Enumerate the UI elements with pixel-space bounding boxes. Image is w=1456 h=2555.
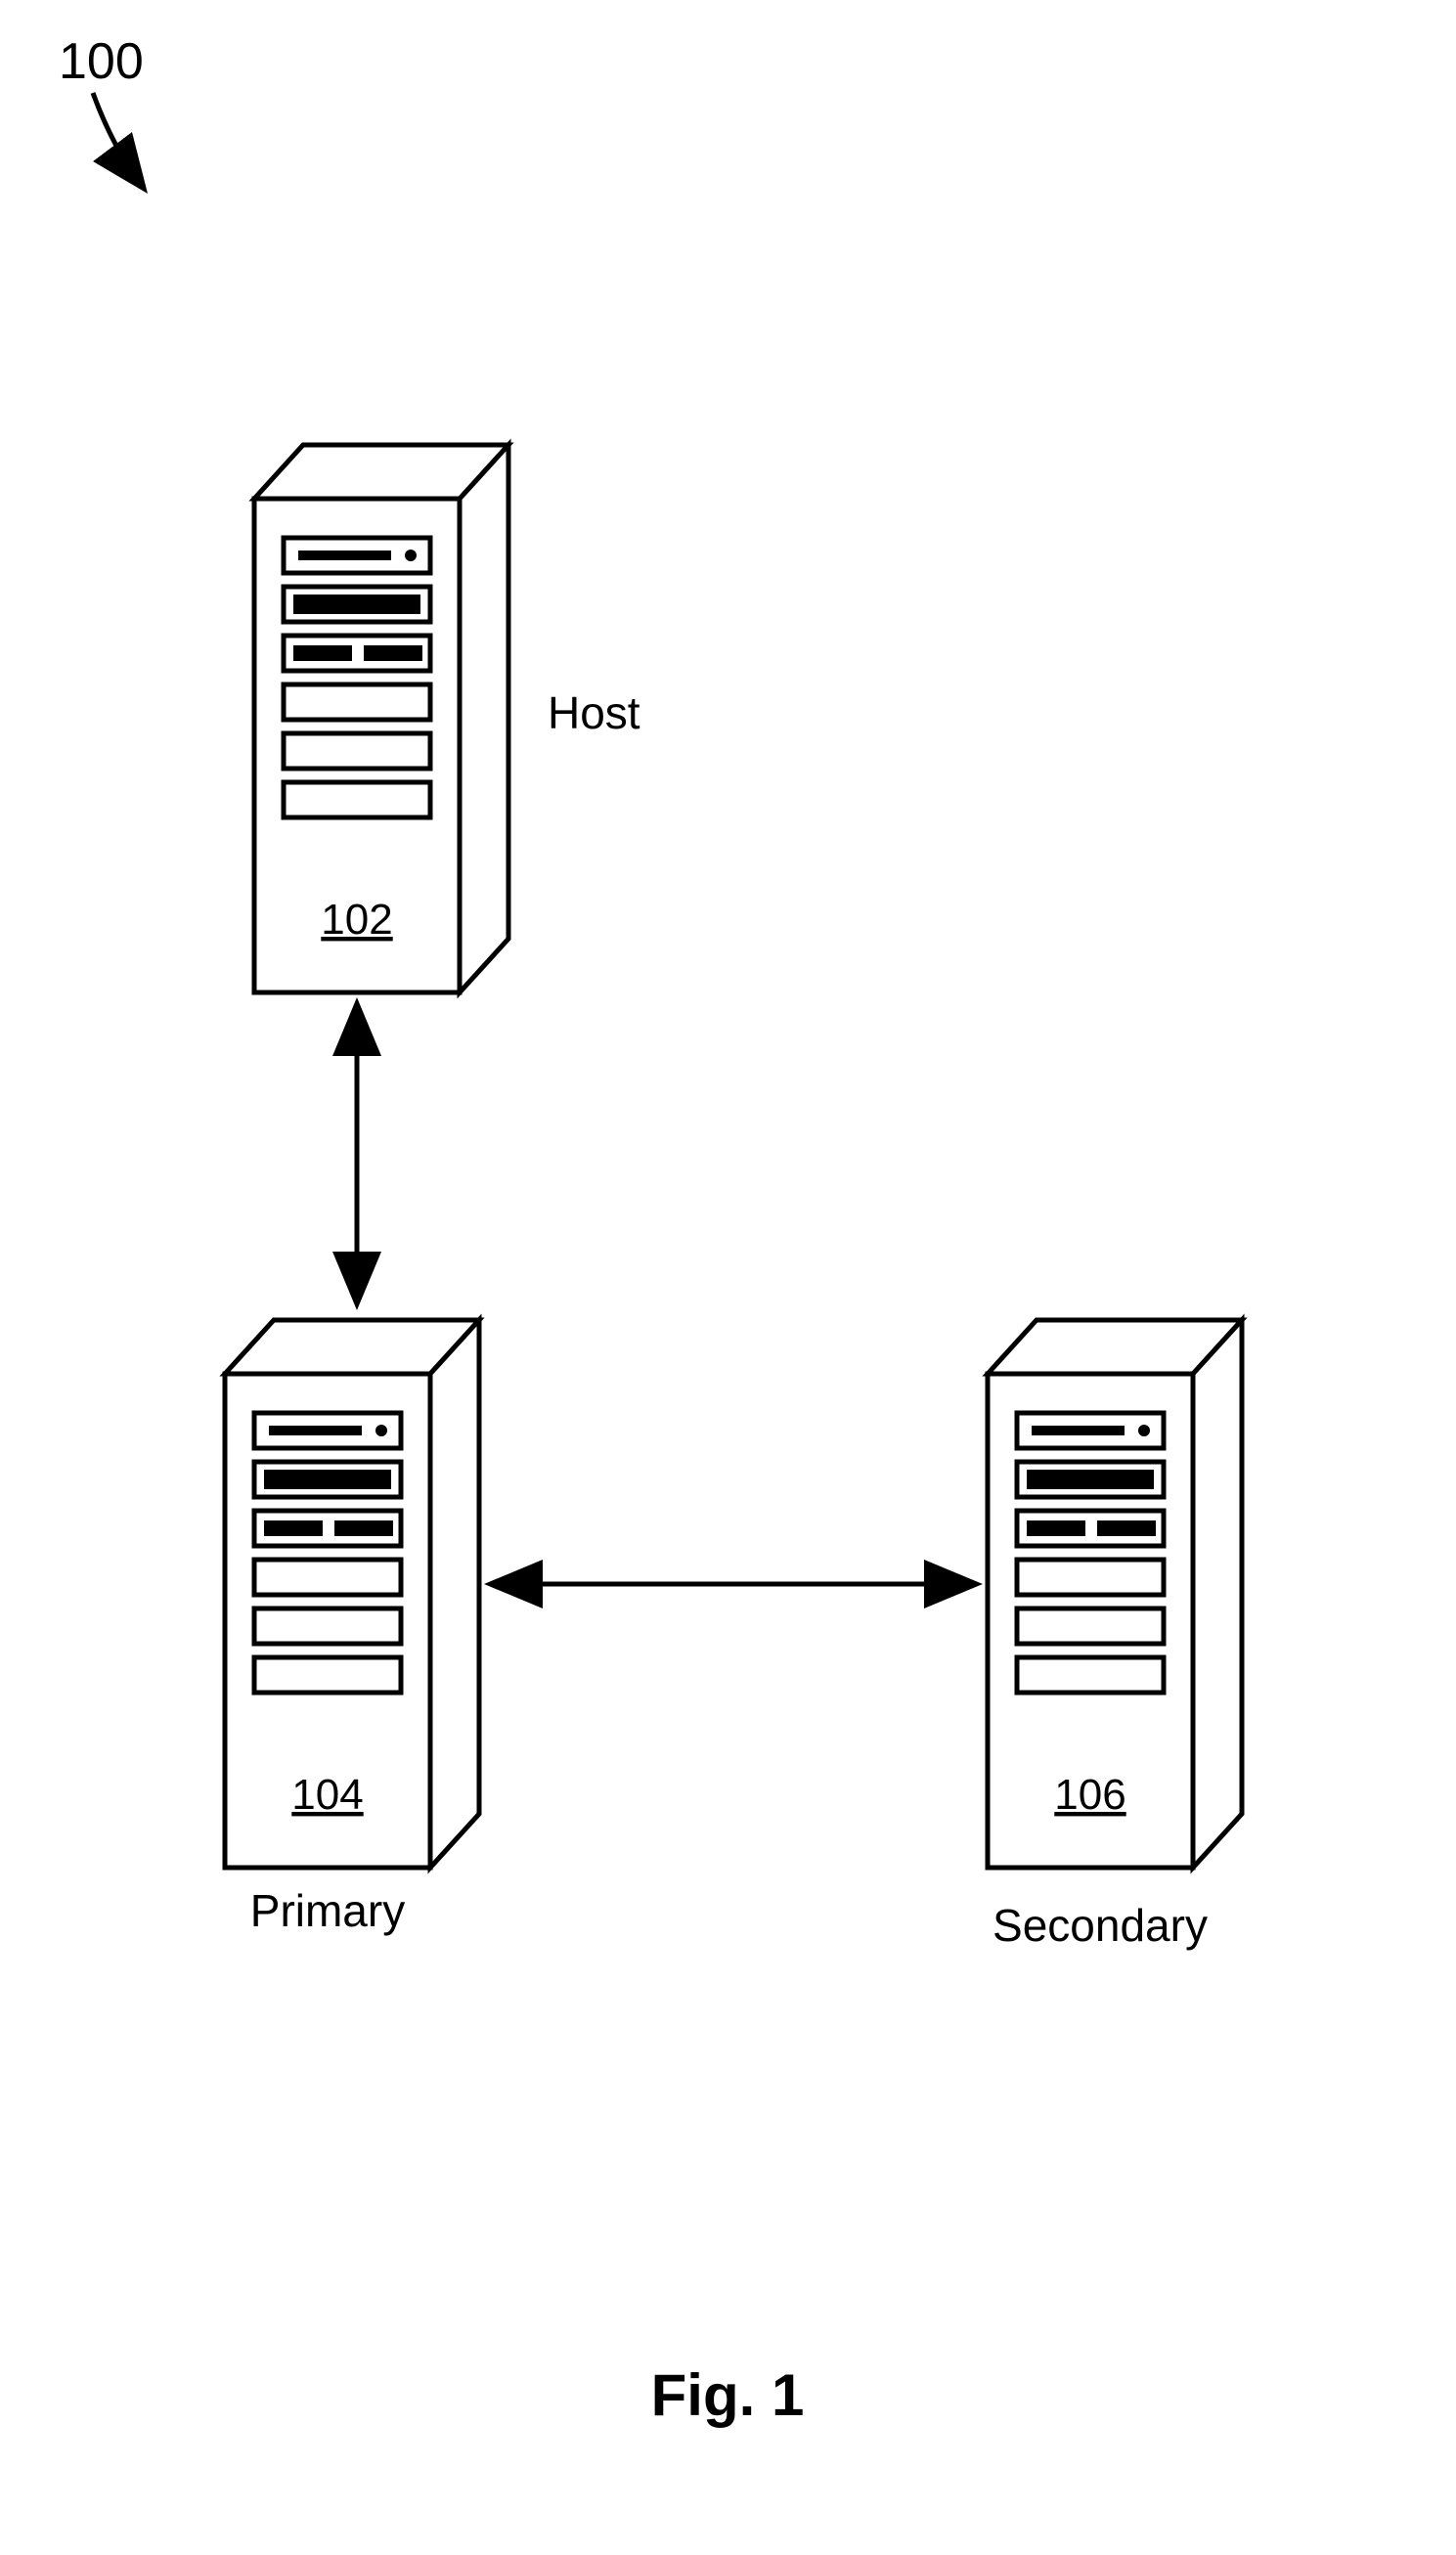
- host-label: Host: [548, 687, 640, 738]
- primary-node: 104: [225, 1320, 479, 1868]
- host-ref-number: 102: [321, 896, 392, 944]
- secondary-node: 106: [988, 1320, 1242, 1868]
- host-node: 102: [254, 445, 508, 992]
- figure-ref-arrow-icon: [93, 93, 142, 186]
- figure-label: Fig. 1: [651, 2362, 805, 2428]
- secondary-ref-number: 106: [1054, 1771, 1125, 1819]
- secondary-label: Secondary: [993, 1900, 1208, 1951]
- figure-reference-number: 100: [59, 33, 144, 90]
- primary-label: Primary: [250, 1885, 405, 1936]
- figure-1-diagram: 100 102 Host 104 Primary 106 Secondary F…: [0, 0, 1456, 2555]
- primary-ref-number: 104: [291, 1771, 363, 1819]
